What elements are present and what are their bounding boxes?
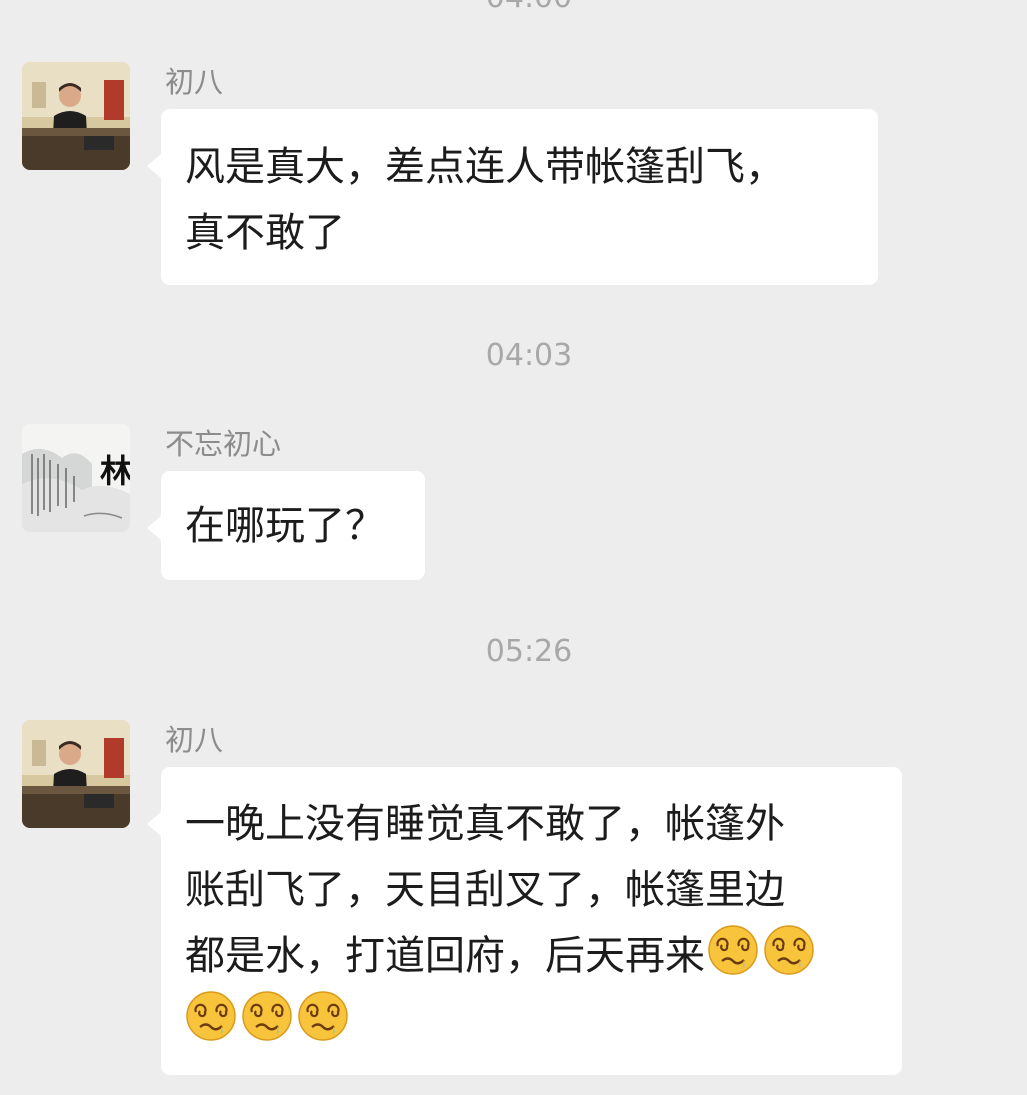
message-bubble[interactable]: 一晚上没有睡觉真不敢了，帐篷外 账刮飞了，天目刮叉了，帐篷里边 都是水，打道回府… [147, 767, 902, 1075]
timestamp: 04:03 [485, 338, 573, 373]
woozy-face-emoji [242, 991, 292, 1041]
avatar[interactable] [22, 720, 130, 828]
message-line: 风是真大，差点连人带帐篷刮飞， [185, 144, 785, 190]
sender-name: 不忘初心 [165, 427, 282, 461]
avatar[interactable]: 林 [22, 424, 130, 532]
avatar[interactable] [22, 62, 130, 170]
message-line: 真不敢了 [185, 210, 345, 256]
message-line: 在哪玩了？ [185, 503, 385, 549]
woozy-face-emoji [764, 925, 814, 975]
sender-name: 初八 [165, 65, 224, 99]
timestamp: 04:00 [0, 0, 1027, 16]
message-bubble[interactable]: 在哪玩了？ [147, 471, 425, 580]
message-line: 都是水，打道回府，后天再来 [185, 923, 880, 989]
person-at-desk-avatar-icon [22, 720, 130, 828]
timestamp: 05:26 [485, 634, 573, 669]
woozy-face-emoji [298, 991, 348, 1041]
person-at-desk-avatar-icon [22, 62, 130, 170]
message-line: 一晚上没有睡觉真不敢了，帐篷外 [185, 801, 785, 847]
avatar-calligraphy: 林 [100, 452, 130, 490]
woozy-face-emoji [186, 991, 236, 1041]
ink-landscape-calligraphy-avatar-icon: 林 [22, 424, 130, 532]
chat-window: 04:00 初八 风是真大，差点连人带帐篷刮飞， 真不敢了 04:03 [0, 0, 1027, 1095]
woozy-face-emoji [708, 925, 758, 975]
message-bubble[interactable]: 风是真大，差点连人带帐篷刮飞， 真不敢了 [147, 109, 878, 285]
message-text: 都是水，打道回府，后天再来 [185, 933, 705, 979]
emoji-line [183, 989, 880, 1055]
message-line: 账刮飞了，天目刮叉了，帐篷里边 [185, 867, 785, 913]
sender-name: 初八 [165, 723, 224, 757]
